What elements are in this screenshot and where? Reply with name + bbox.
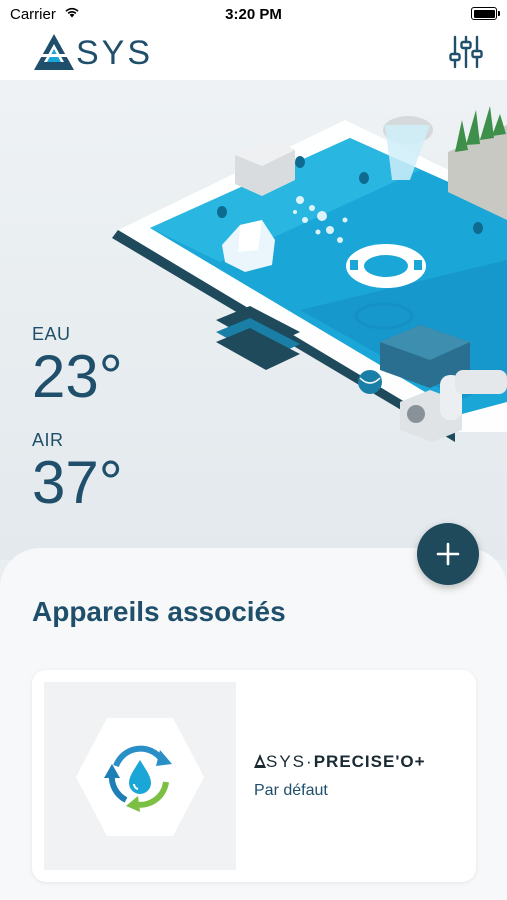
logo-text: SYS xyxy=(76,33,154,72)
section-title: Appareils associés xyxy=(32,596,286,627)
plus-icon xyxy=(436,542,460,566)
device-image xyxy=(44,682,236,870)
water-recycle-icon xyxy=(76,718,204,836)
asys-logo-icon xyxy=(32,34,76,70)
water-temp-label: EAU xyxy=(32,324,71,344)
device-name: SYS·PRECISE'O+ xyxy=(254,752,426,772)
device-card[interactable]: SYS·PRECISE'O+ Par défaut xyxy=(32,670,476,882)
add-device-button[interactable] xyxy=(417,523,479,585)
air-temp-value: 37° xyxy=(32,449,123,516)
air-temp-label: AIR xyxy=(32,430,64,450)
device-brand-text: SYS xyxy=(266,752,307,771)
water-temp-value: 23° xyxy=(32,343,123,410)
settings-sliders-icon[interactable] xyxy=(449,34,483,70)
status-bar: Carrier 3:20 PM xyxy=(0,0,507,28)
air-temperature: AIR 37° xyxy=(32,430,123,513)
device-model: PRECISE'O+ xyxy=(313,752,426,771)
hero-section: EAU 23° AIR 37° xyxy=(0,80,507,560)
water-temperature: EAU 23° xyxy=(32,324,123,407)
asys-logo-small-icon xyxy=(254,754,266,768)
device-subtitle: Par défaut xyxy=(254,782,328,799)
battery-icon xyxy=(471,7,500,20)
app-logo: SYS xyxy=(32,32,153,72)
app-header: SYS xyxy=(0,28,507,80)
device-brand-dot: · xyxy=(306,752,314,771)
status-time: 3:20 PM xyxy=(225,6,282,23)
